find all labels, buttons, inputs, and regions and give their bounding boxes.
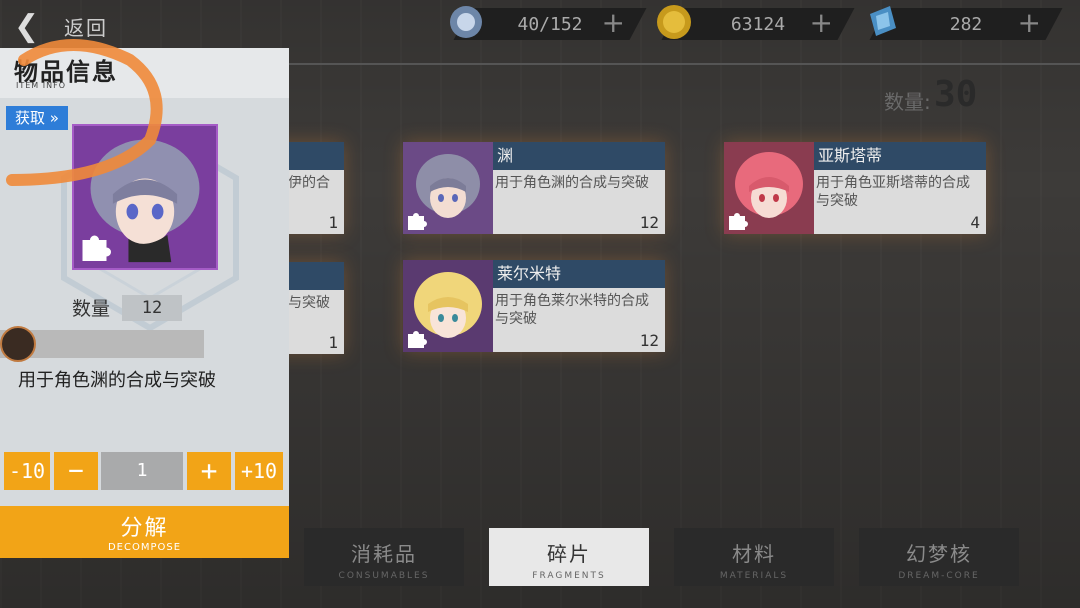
item-qty: 4 [970,213,980,232]
item-name: 莱尔米特 [493,260,665,288]
item-desc: 与突破 [288,295,330,311]
inventory-count-value: 30 [934,74,978,115]
back-label: 返回 [64,15,108,40]
fragment-puzzle-icon [408,213,427,230]
side-badge-icon [0,326,36,362]
panel-header: 物品信息 ITEM INFO [0,48,289,98]
tab-sublabel: DREAM-CORE [898,571,980,581]
quantity-value: 12 [122,294,182,321]
tab-sublabel: MATERIALS [719,571,789,581]
item-card-yuan[interactable]: 渊 用于角色渊的合成与突破 12 [403,142,665,234]
decompose-amount[interactable]: 1 [101,452,183,490]
fragment-puzzle-icon [82,235,111,261]
item-card-lermitte[interactable]: 莱尔米特 用于角色莱尔米特的合成与突破 12 [403,260,665,352]
fragment-puzzle-icon [729,213,748,230]
add-coin-button[interactable]: + [809,6,832,39]
item-desc: 用于角色渊的合成与突破 [495,175,649,191]
add-crystal-button[interactable]: + [1017,6,1040,39]
tab-fragments[interactable]: 碎片 FRAGMENTS [489,528,649,586]
item-desc: 用于角色亚斯塔蒂的合成与突破 [816,175,970,209]
decompose-button[interactable]: 分解 DECOMPOSE [0,506,289,558]
item-qty: 12 [639,213,659,232]
stamina-icon [450,6,482,38]
back-button[interactable]: ❮ 返回 [14,8,134,44]
tab-label: 碎片 [547,542,591,566]
tab-label: 幻梦核 [906,542,972,566]
panel-subtitle: ITEM INFO [16,81,66,90]
fragment-puzzle-icon [408,331,427,348]
tab-materials[interactable]: 材料 MATERIALS [674,528,834,586]
crystal-icon [870,6,896,36]
plus-button[interactable]: + [187,452,231,490]
item-portrait [72,124,218,270]
coin-icon [657,5,691,39]
item-desc: 伊的合 [288,175,330,191]
inventory-count-label: 数量: [884,90,931,114]
tab-label: 消耗品 [351,542,417,566]
item-name: 亚斯塔蒂 [814,142,986,170]
decompose-sublabel: DECOMPOSE [107,542,182,553]
item-info-panel: 物品信息 ITEM INFO 获取 » 数量 12 用于角色渊的合成与突破 -1… [0,48,289,558]
quantity-row: 数量 12 [72,294,182,321]
item-name: 渊 [493,142,665,170]
back-arrow-icon: ❮ [14,8,40,44]
item-qty: 1 [328,333,338,352]
item-qty: 1 [328,213,338,232]
item-card-astarte[interactable]: 亚斯塔蒂 用于角色亚斯塔蒂的合成与突破 4 [724,142,986,234]
tab-consumables[interactable]: 消耗品 CONSUMABLES [304,528,464,586]
tab-sublabel: FRAGMENTS [532,571,606,581]
minus-10-button[interactable]: -10 [4,452,50,490]
add-stamina-button[interactable]: + [601,6,624,39]
decompose-label: 分解 [120,516,169,541]
quantity-label: 数量 [72,298,111,320]
tab-dream-core[interactable]: 幻梦核 DREAM-CORE [859,528,1019,586]
item-desc: 用于角色莱尔米特的合成与突破 [495,293,649,327]
item-description: 用于角色渊的合成与突破 [18,370,216,391]
item-qty: 12 [639,331,659,350]
tab-sublabel: CONSUMABLES [338,571,430,581]
plus-10-button[interactable]: +10 [235,452,283,490]
minus-button[interactable]: − [54,452,98,490]
tab-label: 材料 [732,542,776,566]
